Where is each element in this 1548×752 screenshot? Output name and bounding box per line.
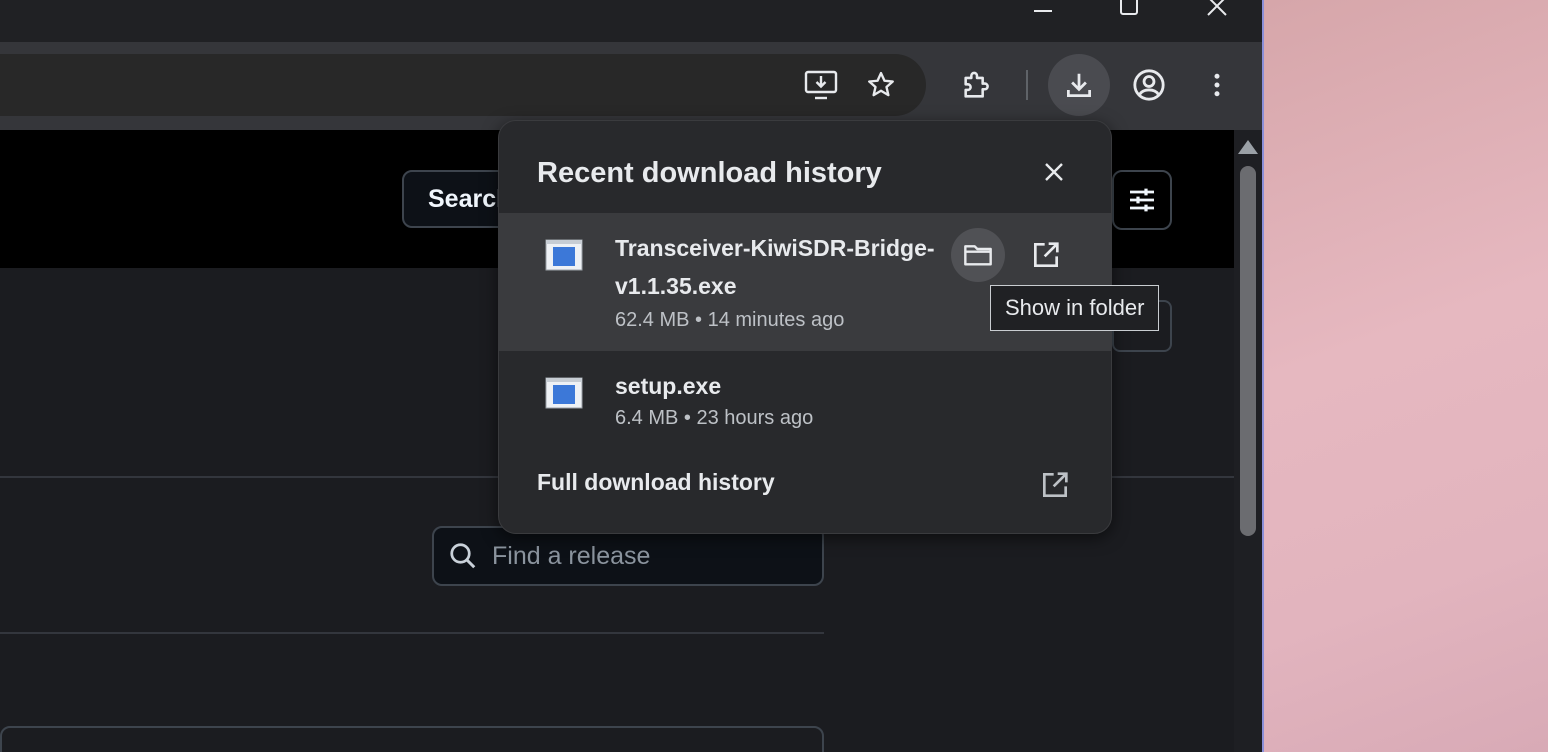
minimize-button[interactable]: [1020, 0, 1066, 24]
download-filename: setup.exe: [615, 373, 722, 399]
maximize-button[interactable]: [1106, 0, 1152, 24]
close-bubble-button[interactable]: [1033, 151, 1075, 193]
open-external-icon: [1034, 242, 1059, 267]
close-icon: [1045, 163, 1063, 181]
browser-toolbar: [0, 42, 1262, 130]
extensions-button[interactable]: [946, 54, 1008, 116]
executable-file-icon: [545, 239, 583, 271]
more-vert-icon: [1214, 73, 1220, 97]
bookmark-button[interactable]: [850, 54, 912, 116]
show-in-folder-button[interactable]: [951, 228, 1005, 282]
find-release-field[interactable]: [432, 526, 824, 586]
bookmark-star-icon: [868, 71, 894, 97]
download-meta: 62.4 MB • 14 minutes ago: [615, 309, 845, 331]
minimize-icon: [1034, 10, 1052, 12]
desktop-background: [1262, 0, 1548, 752]
downloads-bubble-title: Recent download history: [537, 157, 882, 189]
scroll-thumb[interactable]: [1240, 166, 1256, 536]
close-window-button[interactable]: [1194, 0, 1240, 24]
toolbar-separator: [1026, 70, 1028, 100]
folder-icon: [964, 245, 992, 266]
scroll-up-arrow-icon[interactable]: [1238, 140, 1258, 154]
filter-button[interactable]: [1112, 170, 1172, 230]
download-item[interactable]: setup.exe 6.4 MB • 23 hours ago: [499, 351, 1111, 451]
window-border: [1262, 0, 1264, 752]
install-app-button[interactable]: [790, 54, 852, 116]
profile-button[interactable]: [1118, 54, 1180, 116]
title-bar: [0, 0, 1262, 42]
browser-window: Search Recent download history: [0, 0, 1262, 752]
download-icon: [1067, 73, 1091, 97]
address-bar[interactable]: [0, 54, 926, 116]
close-icon: [1207, 0, 1227, 16]
tooltip: Show in folder: [990, 285, 1160, 331]
executable-file-icon: [545, 377, 583, 409]
full-download-history-link[interactable]: Full download history: [499, 451, 1111, 521]
install-app-icon: [804, 70, 838, 100]
download-filename-line1: Transceiver-KiwiSDR-Bridge-: [615, 235, 935, 261]
vertical-scrollbar[interactable]: [1234, 130, 1262, 752]
downloads-button[interactable]: [1048, 54, 1110, 116]
find-release-input[interactable]: [490, 540, 814, 572]
open-external-icon: [1035, 465, 1075, 505]
search-icon: [450, 543, 476, 569]
open-download-button[interactable]: [1019, 228, 1073, 282]
maximize-icon: [1120, 0, 1138, 15]
download-filename-line2: v1.1.35.exe: [615, 273, 737, 299]
sliders-icon: [1130, 188, 1154, 212]
profile-icon: [1133, 69, 1165, 101]
full-download-history-label: Full download history: [537, 469, 775, 495]
extensions-icon: [964, 71, 989, 98]
release-divider: [0, 632, 824, 634]
download-meta: 6.4 MB • 23 hours ago: [615, 407, 814, 429]
more-menu-button[interactable]: [1186, 54, 1248, 116]
release-card: [0, 726, 824, 752]
